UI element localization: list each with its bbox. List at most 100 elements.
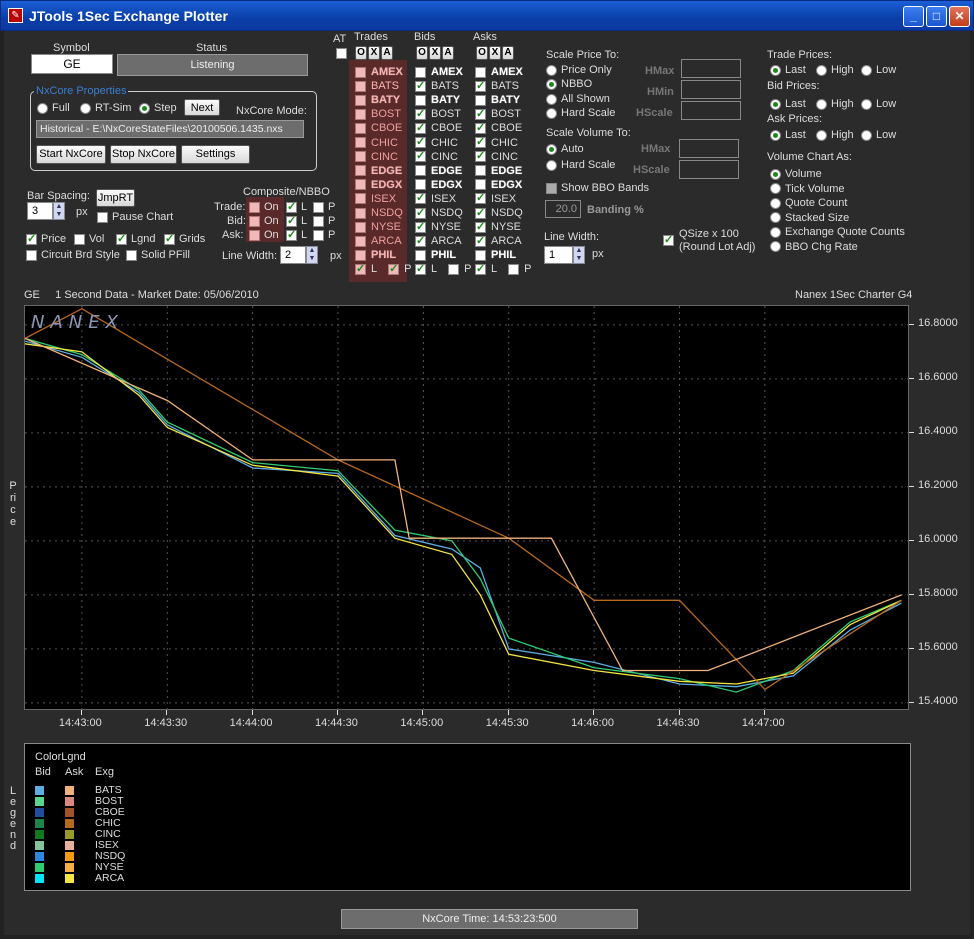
hmax-input[interactable] [681,59,741,78]
oxa-button-asks-o[interactable]: O [476,46,488,60]
oxa-button-asks-x[interactable]: X [489,46,501,60]
trades-exchange-bats[interactable]: BATS [355,80,399,92]
bids-exchange-phil[interactable]: PHIL [415,249,456,261]
trades-exchange-arca[interactable]: ARCA [355,235,402,247]
trades-exchange-cboe[interactable]: CBOE [355,122,402,134]
trades-exchange-baty[interactable]: BATY [355,94,400,106]
checkbox-icon[interactable] [508,263,520,275]
oxa-button-asks-a[interactable]: A [502,46,514,60]
symbol-input[interactable]: GE [31,54,113,74]
trades-exchange-bost[interactable]: BOST [355,108,401,120]
bids-exchange-edgx[interactable]: EDGX [415,179,462,191]
trades-exchange-chic[interactable]: CHIC [355,137,398,149]
spin-arrows-icon[interactable]: ▲ ▼ [306,246,318,264]
bid-prices-low-radio[interactable]: Low [861,98,896,110]
spin-arrows-icon[interactable]: ▲ ▼ [53,202,65,220]
scale-hard-scale-radio[interactable]: Hard Scale [546,107,615,119]
asks-exchange-phil[interactable]: PHIL [475,249,516,261]
trades-exchange-nsdq[interactable]: NSDQ [355,207,403,219]
bid-prices-high-radio[interactable]: High [816,98,854,110]
asks-exchange-baty[interactable]: BATY [475,94,520,106]
volume-auto-radio[interactable]: Auto [546,143,584,155]
composite-linewidth-stepper[interactable]: 2 ▲ ▼ [280,246,318,264]
bids-exchange-nsdq[interactable]: NSDQ [415,206,463,219]
trade-prices-high-radio[interactable]: High [816,64,854,76]
line-width-value[interactable]: 1 [544,246,573,264]
vol-hmax-input[interactable] [679,139,739,158]
trade-prices-low-radio[interactable]: Low [861,64,896,76]
asks-exchange-arca[interactable]: ARCA [475,234,522,247]
asks-exchange-bost[interactable]: BOST [475,107,521,120]
volume-chart-tick-volume-radio[interactable]: Tick Volume [770,183,845,195]
hscale-input[interactable] [681,101,741,120]
asks-exchange-cboe[interactable]: CBOE [475,121,522,134]
composite-linewidth-value[interactable]: 2 [280,246,306,264]
volume-chart-quote-count-radio[interactable]: Quote Count [770,197,847,209]
vol-checkbox[interactable]: Vol [74,233,104,245]
trade-prices-last-radio[interactable]: Last [770,64,806,76]
trades-exchange-edgx[interactable]: EDGX [355,179,402,191]
spin-arrows-icon[interactable]: ▲ ▼ [573,246,585,264]
checkbox-checked-icon[interactable] [415,262,426,275]
line-width-stepper[interactable]: 1 ▲ ▼ [544,246,585,264]
qsize-checkbox[interactable] [663,233,674,246]
volume-chart-bbo-chg-rate-radio[interactable]: BBO Chg Rate [770,241,858,253]
oxa-button-trades-a[interactable]: A [381,46,393,60]
stop-nxcore-button[interactable]: Stop NxCore [110,145,177,164]
bid-on-checkbox[interactable]: On [249,215,279,227]
bids-exchange-nyse[interactable]: NYSE [415,220,461,233]
trades-exchange-edge[interactable]: EDGE [355,165,402,177]
next-button[interactable]: Next [184,99,220,116]
bids-exchange-baty[interactable]: BATY [415,94,460,106]
price-checkbox[interactable]: Price [26,232,66,245]
bid-prices-last-radio[interactable]: Last [770,98,806,110]
bid-l-checkbox[interactable]: L [286,214,307,227]
trades-exchange-amex[interactable]: AMEX [355,66,403,78]
asks-exchange-cinc[interactable]: CINC [475,149,518,163]
hmin-input[interactable] [681,80,741,99]
oxa-button-trades-o[interactable]: O [355,46,367,60]
oxa-button-bids-a[interactable]: A [442,46,454,60]
settings-button[interactable]: Settings [181,145,250,164]
mode-rtsim-radio[interactable]: RT-Sim [80,102,131,114]
checkbox-icon[interactable] [388,262,400,275]
mode-step-radio[interactable]: Step [139,102,177,114]
ask-on-checkbox[interactable]: On [249,229,279,241]
bid-p-checkbox[interactable]: P [313,215,335,227]
volume-chart-stacked-size-radio[interactable]: Stacked Size [770,212,849,224]
volume-hard-scale-radio[interactable]: Hard Scale [546,159,615,171]
trades-exchange-phil[interactable]: PHIL [355,249,396,261]
scale-all-shown-radio[interactable]: All Shown [546,93,610,105]
asks-exchange-edgx[interactable]: EDGX [475,179,522,191]
asks-exchange-chic[interactable]: CHIC [475,135,518,149]
oxa-button-bids-o[interactable]: O [416,46,428,60]
start-nxcore-button[interactable]: Start NxCore [36,145,106,164]
bids-exchange-edge[interactable]: EDGE [415,165,462,177]
ask-p-checkbox[interactable]: P [313,229,335,241]
ask-prices-high-radio[interactable]: High [816,129,854,141]
minimize-button[interactable]: _ [903,6,924,27]
ask-prices-low-radio[interactable]: Low [861,129,896,141]
close-button[interactable]: ✕ [949,6,970,27]
bids-exchange-chic[interactable]: CHIC [415,135,458,149]
ask-l-checkbox[interactable]: L [286,228,307,241]
lgnd-checkbox[interactable]: Lgnd [116,232,155,245]
bids-exchange-cboe[interactable]: CBOE [415,121,462,134]
circuit-board-checkbox[interactable]: Circuit Brd Style [26,249,120,261]
volume-chart-volume-radio[interactable]: Volume [770,168,822,180]
jmprt-button[interactable]: JmpRT [96,189,135,207]
trades-exchange-cinc[interactable]: CINC [355,151,398,163]
price-chart[interactable]: NANEX [24,305,910,711]
trade-on-checkbox[interactable]: On [249,201,279,213]
bids-exchange-bats[interactable]: BATS [415,79,459,92]
asks-exchange-nsdq[interactable]: NSDQ [475,206,523,219]
banding-input[interactable]: 20.0 [545,200,581,218]
bids-exchange-cinc[interactable]: CINC [415,149,458,163]
trade-p-checkbox[interactable]: P [313,201,335,213]
asks-exchange-nyse[interactable]: NYSE [475,220,521,233]
ask-prices-last-radio[interactable]: Last [770,129,806,141]
checkbox-icon[interactable] [448,263,460,275]
trades-exchange-isex[interactable]: ISEX [355,193,396,205]
at-checkbox[interactable] [336,47,347,59]
checkbox-checked-icon[interactable] [355,262,366,275]
